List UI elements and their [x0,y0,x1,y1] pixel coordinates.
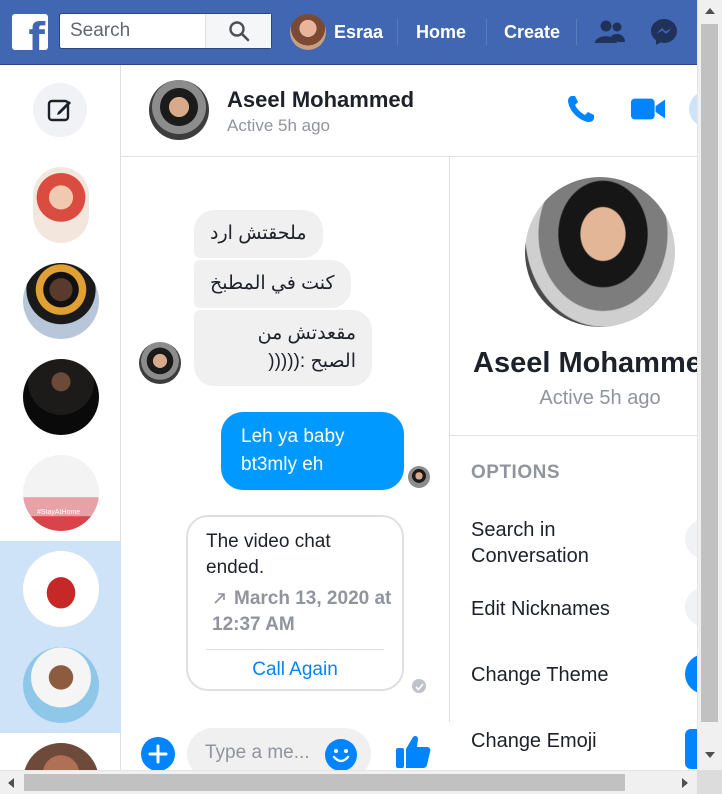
horizontal-scroll-thumb[interactable] [24,774,625,791]
conversation-list: #StayAtHome [0,65,121,794]
divider [486,19,487,45]
list-item-selected[interactable] [0,637,121,733]
add-attachment-button[interactable] [141,737,175,771]
new-message-button[interactable] [33,83,87,137]
avatar [23,647,99,723]
search-option-button[interactable] [685,519,697,559]
video-chat-date: March 13, 2020 at 12:37 AM [212,588,392,635]
search-in-conversation-option[interactable]: Search in Conversation [471,517,621,569]
video-chat-title: The video chat ended. [206,531,331,578]
smiley-icon [332,749,350,763]
create-link[interactable]: Create [504,22,560,43]
active-status: Active 5h ago [539,387,661,409]
options-heading: OPTIONS [471,462,561,483]
profile-link[interactable]: Esraa [290,14,383,50]
home-link[interactable]: Home [416,22,466,43]
theme-color-swatch[interactable] [685,654,697,694]
edit-nicknames-option[interactable]: Edit Nicknames [471,596,621,622]
search-box [59,13,272,49]
horizontal-scrollbar[interactable] [0,770,697,794]
list-item-selected[interactable] [0,541,121,637]
incoming-message[interactable]: ملحقتش ارد [194,210,323,258]
scroll-right-arrow-icon[interactable] [682,778,688,788]
avatar [23,551,99,627]
read-receipt-avatar [408,466,430,488]
scroll-up-arrow-icon[interactable] [705,8,715,14]
thumbs-up-icon [396,735,431,768]
vertical-scrollbar[interactable] [697,0,722,770]
plus-icon [148,744,168,764]
divider [397,19,398,45]
list-item[interactable] [0,157,121,253]
search-icon [228,21,249,42]
avatar [139,342,181,384]
emoji-swatch[interactable] [685,729,697,769]
emoji-button[interactable] [325,739,357,771]
conversation-info-pane: Aseel Mohammed Active 5h ago OPTIONS Sea… [450,157,697,770]
list-item[interactable] [0,253,121,349]
incoming-message[interactable]: كنت في المطبخ [194,260,351,308]
top-navigation-bar: f Esraa Home Create [0,0,697,65]
like-button[interactable] [393,732,433,772]
list-item[interactable]: #StayAtHome [0,445,121,541]
active-status: Active 5h ago [227,116,331,135]
avatar [290,14,326,50]
divider [206,649,384,650]
avatar [33,167,89,243]
edit-nicknames-button[interactable] [685,587,697,627]
avatar[interactable] [149,80,209,140]
scrollbar-corner [697,770,722,794]
avatar[interactable] [525,177,675,327]
message-input[interactable] [205,742,320,764]
search-input[interactable] [60,14,205,48]
profile-name: Esraa [334,21,384,42]
avatar: #StayAtHome [23,455,99,531]
incoming-message[interactable]: مقعدتش من الصبح :((((( [194,310,372,386]
contact-name: Aseel Mohammed [473,347,697,379]
video-chat-card: The video chat ended. March 13, 2020 at … [186,515,404,691]
change-theme-option[interactable]: Change Theme [471,662,621,688]
list-item[interactable] [0,349,121,445]
conversation-title[interactable]: Aseel Mohammed [227,87,414,113]
video-call-icon[interactable] [630,91,666,127]
scroll-down-arrow-icon[interactable] [705,752,715,758]
change-emoji-option[interactable]: Change Emoji [471,728,621,754]
messenger-icon[interactable] [648,16,680,48]
avatar [23,359,99,435]
sent-check-icon [412,679,426,693]
avatar [23,263,99,339]
facebook-logo-icon[interactable]: f [12,14,48,50]
message-composer [121,722,450,780]
scroll-left-arrow-icon[interactable] [8,778,14,788]
message-thread: ملحقتش ارد كنت في المطبخ مقعدتش من الصبح… [121,157,450,722]
messenger-window: f Esraa Home Create [0,0,722,794]
phone-icon[interactable] [563,91,599,127]
conversation-header: Aseel Mohammed Active 5h ago [121,65,709,157]
search-button[interactable] [205,14,271,48]
friends-icon[interactable] [594,16,626,48]
call-again-link[interactable]: Call Again [188,659,402,681]
divider [450,435,697,436]
avatar-badge-text: #StayAtHome [37,509,81,516]
vertical-scroll-thumb[interactable] [701,24,718,722]
divider [576,19,577,45]
compose-icon [47,99,71,122]
outgoing-message[interactable]: Leh ya baby bt3mly eh [221,412,404,490]
